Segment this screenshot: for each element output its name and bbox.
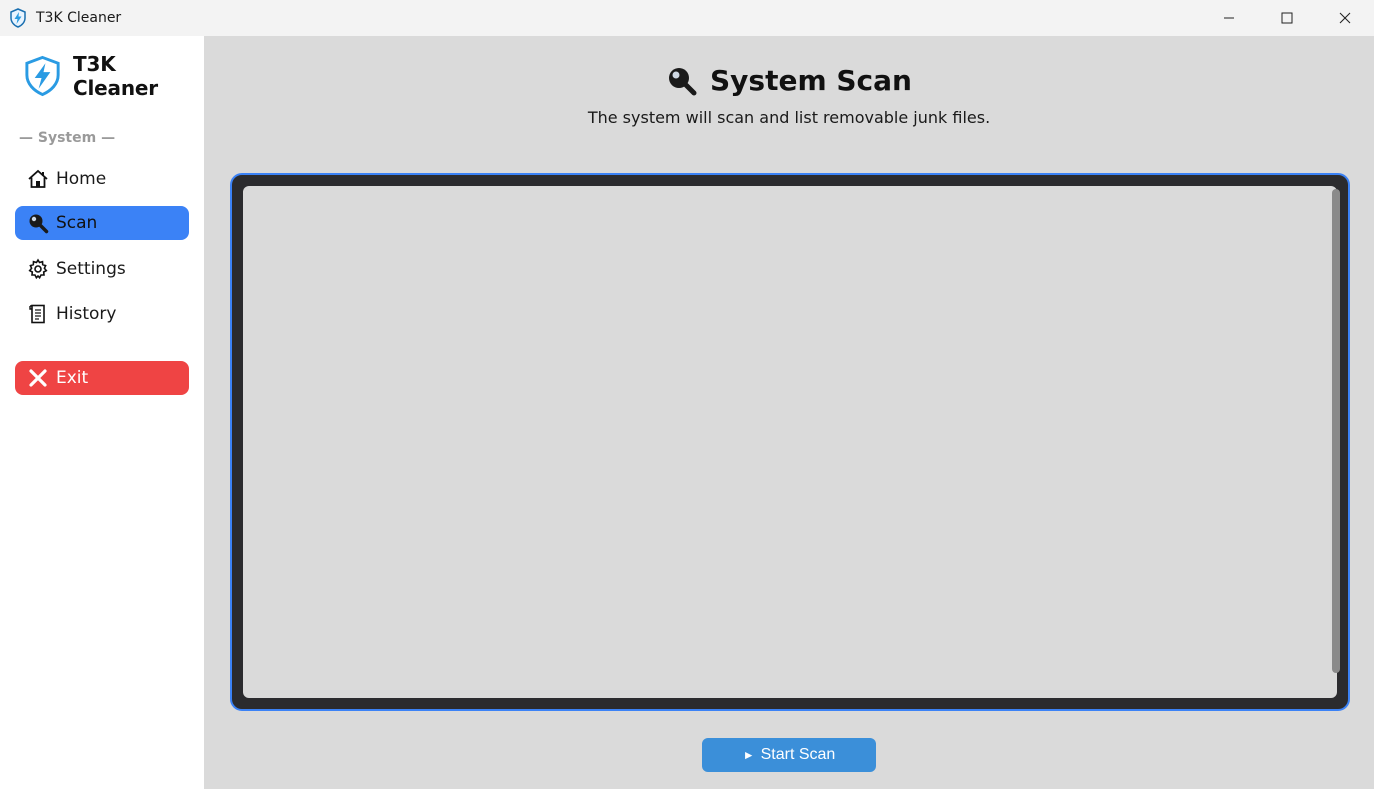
sidebar-item-label: Scan (56, 213, 98, 233)
close-x-icon (27, 367, 49, 389)
maximize-icon (1281, 12, 1293, 24)
home-icon (27, 168, 49, 190)
exit-button[interactable]: Exit (15, 361, 189, 395)
magnifier-icon (669, 67, 697, 95)
page-title: System Scan (710, 64, 912, 97)
sidebar-item-history[interactable]: History (15, 297, 189, 331)
gear-icon (27, 258, 49, 280)
scan-results-area[interactable] (243, 186, 1337, 698)
sidebar-item-label: Home (56, 169, 107, 189)
magnifier-icon (27, 212, 49, 234)
maximize-button[interactable] (1258, 0, 1316, 36)
app-window: T3K Cleaner T3K Cleaner — System — Home … (0, 0, 1374, 789)
sidebar-item-label: History (56, 304, 117, 324)
shield-logo-icon (25, 55, 60, 97)
exit-label: Exit (56, 368, 89, 388)
brand-name: T3K Cleaner (73, 52, 158, 100)
results-scrollbar[interactable] (1332, 189, 1340, 673)
sidebar-item-scan[interactable]: Scan (15, 206, 189, 240)
start-scan-label: Start Scan (760, 746, 836, 763)
sidebar: T3K Cleaner — System — Home Scan Setting… (0, 36, 204, 789)
minimize-button[interactable] (1200, 0, 1258, 36)
title-bar: T3K Cleaner (0, 0, 1374, 36)
window-controls (1200, 0, 1374, 36)
close-button[interactable] (1316, 0, 1374, 36)
close-icon (1339, 12, 1351, 24)
section-label: — System — (19, 130, 116, 146)
sidebar-item-home[interactable]: Home (15, 162, 189, 196)
start-scan-button[interactable]: ► Start Scan (702, 738, 876, 772)
sidebar-item-settings[interactable]: Settings (15, 252, 189, 286)
brand: T3K Cleaner (22, 52, 204, 100)
play-triangle-icon: ► (742, 748, 755, 762)
scroll-icon (27, 303, 49, 325)
page-subtitle: The system will scan and list removable … (587, 108, 991, 127)
sidebar-item-label: Settings (56, 259, 126, 279)
main-panel: System Scan The system will scan and lis… (204, 36, 1374, 789)
window-title: T3K Cleaner (36, 10, 122, 26)
scan-results-frame (230, 173, 1350, 711)
app-shield-icon (8, 8, 28, 28)
page-heading: System Scan (204, 64, 1374, 97)
minimize-icon (1224, 17, 1234, 19)
